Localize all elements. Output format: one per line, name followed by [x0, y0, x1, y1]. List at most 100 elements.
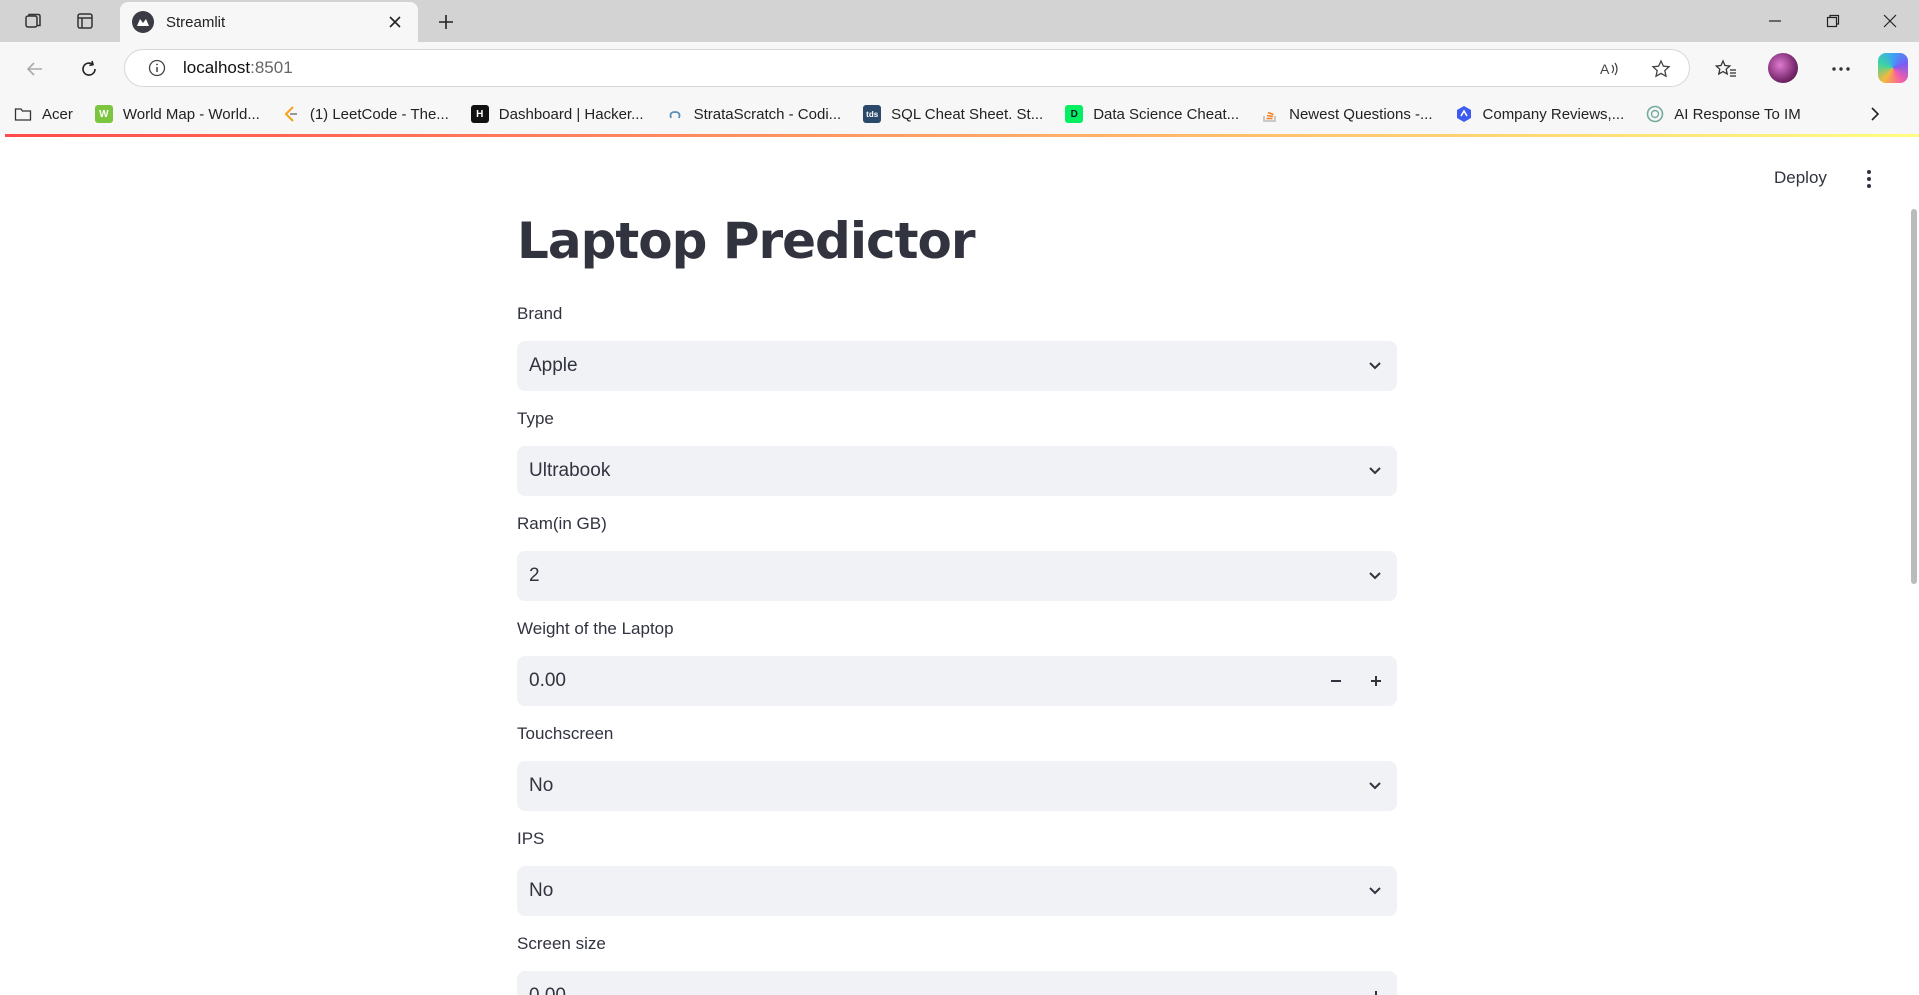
increment-icon[interactable]: [1361, 981, 1391, 995]
refresh-icon[interactable]: [74, 54, 104, 84]
increment-icon[interactable]: [1361, 666, 1391, 696]
page-scrollbar[interactable]: [1911, 209, 1917, 584]
weight-label: Weight of the Laptop: [517, 619, 674, 638]
bookmark-item[interactable]: AI Response To IM: [1646, 105, 1801, 123]
bookmark-label: World Map - World...: [122, 105, 260, 123]
restore-window-icon[interactable]: [1813, 6, 1853, 36]
ram-select-field: Ram(in GB) 2: [517, 514, 1397, 601]
hackerrank-icon: H: [470, 105, 489, 123]
brand-select-field: Brand Apple: [517, 304, 1397, 391]
close-window-icon[interactable]: [1870, 6, 1910, 36]
bookmark-label: Dashboard | Hacker...: [498, 105, 644, 123]
workspaces-icon[interactable]: [20, 8, 46, 34]
bookmark-label: Data Science Cheat...: [1093, 105, 1240, 123]
stratascratch-icon: [666, 105, 684, 123]
weight-number-input[interactable]: 0.00: [517, 656, 1397, 706]
url-text: localhost:8501: [183, 58, 293, 78]
bookmark-item[interactable]: tds SQL Cheat Sheet. St...: [863, 105, 1043, 123]
browser-tab-strip: Streamlit: [0, 0, 1919, 42]
bookmark-item[interactable]: Company Reviews,...: [1455, 105, 1624, 123]
browser-tab-active[interactable]: Streamlit: [120, 2, 418, 42]
new-tab-icon[interactable]: [432, 8, 460, 36]
decrement-icon[interactable]: [1321, 981, 1351, 995]
chevron-down-icon: [1365, 356, 1385, 376]
back-icon[interactable]: [20, 54, 50, 84]
ips-value: No: [529, 880, 554, 901]
screen-size-number-input[interactable]: 0.00: [517, 971, 1397, 995]
copilot-icon[interactable]: [1878, 53, 1908, 83]
address-bar[interactable]: localhost:8501 A: [124, 49, 1690, 87]
vertical-tabs-icon[interactable]: [72, 8, 98, 34]
touchscreen-value: No: [529, 775, 554, 796]
page-title: Laptop Predictor: [517, 212, 976, 270]
brand-select[interactable]: Apple: [517, 341, 1397, 391]
brand-value: Apple: [529, 355, 578, 376]
bookmark-label: AI Response To IM: [1674, 105, 1801, 123]
deploy-button[interactable]: Deploy: [1774, 168, 1827, 188]
weight-input-field: Weight of the Laptop 0.00: [517, 619, 1397, 706]
bookmark-item[interactable]: W World Map - World...: [94, 105, 260, 123]
stackoverflow-icon: [1261, 105, 1279, 123]
decrement-icon[interactable]: [1321, 666, 1351, 696]
ambitionbox-icon: [1455, 105, 1473, 123]
bookmark-label: Newest Questions -...: [1289, 105, 1433, 123]
profile-avatar[interactable]: [1768, 53, 1798, 83]
chevron-down-icon: [1365, 566, 1385, 586]
type-select[interactable]: Ultrabook: [517, 446, 1397, 496]
datacamp-icon: D: [1065, 105, 1084, 123]
favorites-icon[interactable]: [1711, 54, 1741, 84]
screen-size-value[interactable]: 0.00: [529, 985, 1385, 995]
close-tab-icon[interactable]: [384, 11, 406, 33]
streamlit-page: Deploy Laptop Predictor Brand Apple Type…: [5, 134, 1919, 995]
main-menu-icon[interactable]: [1859, 168, 1879, 190]
ram-value: 2: [529, 565, 540, 586]
chevron-down-icon: [1365, 881, 1385, 901]
leetcode-icon: [282, 105, 300, 123]
bookmark-label: Acer: [42, 105, 73, 123]
chevron-right-icon[interactable]: [1865, 104, 1885, 124]
brand-label: Brand: [517, 304, 563, 323]
favorite-star-icon[interactable]: [1648, 56, 1674, 82]
bookmark-item[interactable]: Newest Questions -...: [1261, 105, 1433, 123]
chevron-down-icon: [1365, 461, 1385, 481]
bookmark-item[interactable]: H Dashboard | Hacker...: [470, 105, 644, 123]
header-decoration: [5, 134, 1919, 137]
browser-toolbar: localhost:8501 A: [0, 42, 1919, 94]
chevron-down-icon: [1365, 776, 1385, 796]
type-select-field: Type Ultrabook: [517, 409, 1397, 496]
tab-title: Streamlit: [166, 13, 226, 31]
bookmark-label: SQL Cheat Sheet. St...: [891, 105, 1044, 123]
ips-select-field: IPS No: [517, 829, 1397, 916]
bookmark-item[interactable]: (1) LeetCode - The...: [282, 105, 449, 123]
type-label: Type: [517, 409, 554, 428]
touchscreen-label: Touchscreen: [517, 724, 614, 743]
more-options-icon[interactable]: [1826, 54, 1856, 84]
type-value: Ultrabook: [529, 460, 611, 481]
screen-size-input-field: Screen size 0.00: [517, 934, 1397, 995]
chatgpt-icon: [1646, 105, 1664, 123]
svg-text:A: A: [1600, 61, 1610, 77]
url-port: :8501: [250, 58, 293, 77]
bookmark-label: (1) LeetCode - The...: [309, 105, 449, 123]
minimize-window-icon[interactable]: [1755, 6, 1795, 36]
bookmark-item[interactable]: Acer: [14, 105, 73, 123]
folder-icon: [14, 105, 32, 123]
worldmap-icon: W: [94, 105, 113, 123]
ips-select[interactable]: No: [517, 866, 1397, 916]
read-aloud-icon[interactable]: A: [1597, 56, 1623, 82]
ram-label: Ram(in GB): [517, 514, 607, 533]
touchscreen-select-field: Touchscreen No: [517, 724, 1397, 811]
ips-label: IPS: [517, 829, 545, 848]
tds-icon: tds: [863, 105, 882, 123]
url-host: localhost: [183, 58, 251, 77]
ram-select[interactable]: 2: [517, 551, 1397, 601]
bookmark-item[interactable]: StrataScratch - Codi...: [666, 105, 842, 123]
bookmarks-bar: Acer W World Map - World... (1) LeetCode…: [0, 94, 1919, 134]
touchscreen-select[interactable]: No: [517, 761, 1397, 811]
bookmark-label: StrataScratch - Codi...: [693, 105, 842, 123]
screen-size-label: Screen size: [517, 934, 606, 953]
streamlit-logo-icon: [132, 11, 154, 33]
site-info-icon[interactable]: [145, 56, 169, 80]
bookmark-item[interactable]: D Data Science Cheat...: [1065, 105, 1239, 123]
weight-value[interactable]: 0.00: [529, 670, 1385, 692]
